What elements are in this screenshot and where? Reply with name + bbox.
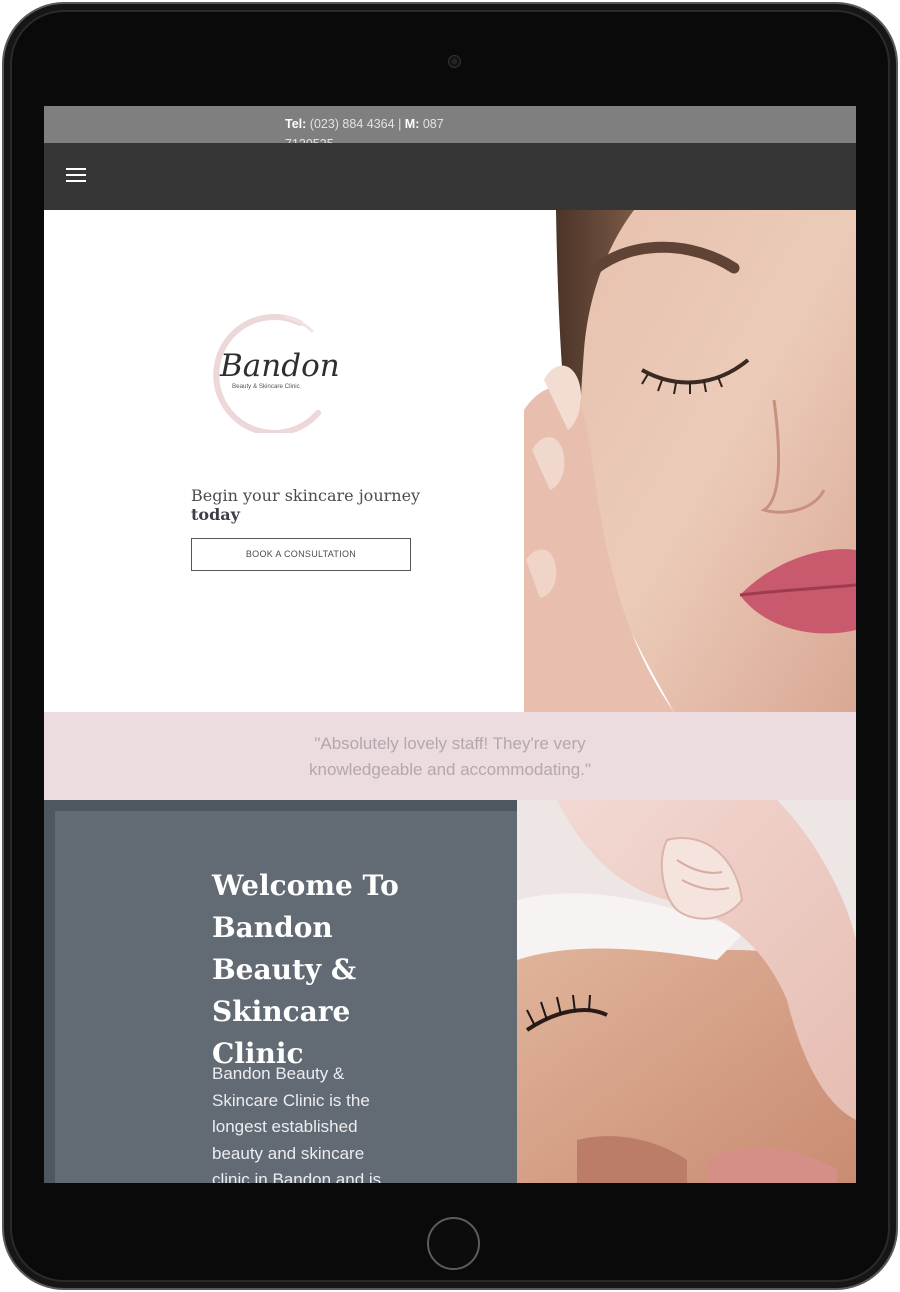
contact-separator: | — [398, 117, 402, 131]
tagline-line-2: today — [191, 505, 240, 524]
welcome-section: Welcome To Bandon Beauty & Skincare Clin… — [44, 800, 856, 1183]
testimonial-quote: "Absolutely lovely staff! They're very k… — [309, 734, 591, 779]
website-screen: Tel: (023) 884 4364 | M: 087 7120535 Ban… — [44, 106, 856, 1183]
tel-label: Tel: — [285, 117, 307, 131]
hero-face-image — [524, 210, 856, 712]
bandon-logo[interactable]: Bandon Beauty & Skincare Clinic — [200, 309, 340, 433]
logo-subtitle: Beauty & Skincare Clinic — [232, 383, 300, 390]
navigation-bar — [44, 143, 856, 210]
contact-bar: Tel: (023) 884 4364 | M: 087 7120535 — [44, 106, 856, 151]
testimonial-band: "Absolutely lovely staff! They're very k… — [44, 712, 856, 800]
welcome-paragraph: Bandon Beauty & Skincare Clinic is the l… — [212, 1064, 382, 1183]
facial-treatment-image — [517, 800, 856, 1183]
home-button[interactable] — [427, 1217, 480, 1270]
hero-section: Bandon Beauty & Skincare Clinic Begin yo… — [44, 210, 856, 712]
tel-number[interactable]: (023) 884 4364 — [310, 117, 395, 131]
mobile-label: M: — [404, 117, 420, 131]
tagline-line-1: Begin your skincare journey — [191, 486, 421, 505]
welcome-heading: Welcome To Bandon Beauty & Skincare Clin… — [212, 869, 399, 1070]
book-consultation-button[interactable]: BOOK A CONSULTATION — [191, 538, 411, 571]
hero-tagline: Begin your skincare journey today — [191, 486, 420, 524]
logo-script-text: Bandon — [219, 348, 340, 384]
front-camera — [448, 55, 461, 68]
hamburger-menu-icon[interactable] — [66, 168, 86, 184]
welcome-panel: Welcome To Bandon Beauty & Skincare Clin… — [55, 811, 517, 1183]
